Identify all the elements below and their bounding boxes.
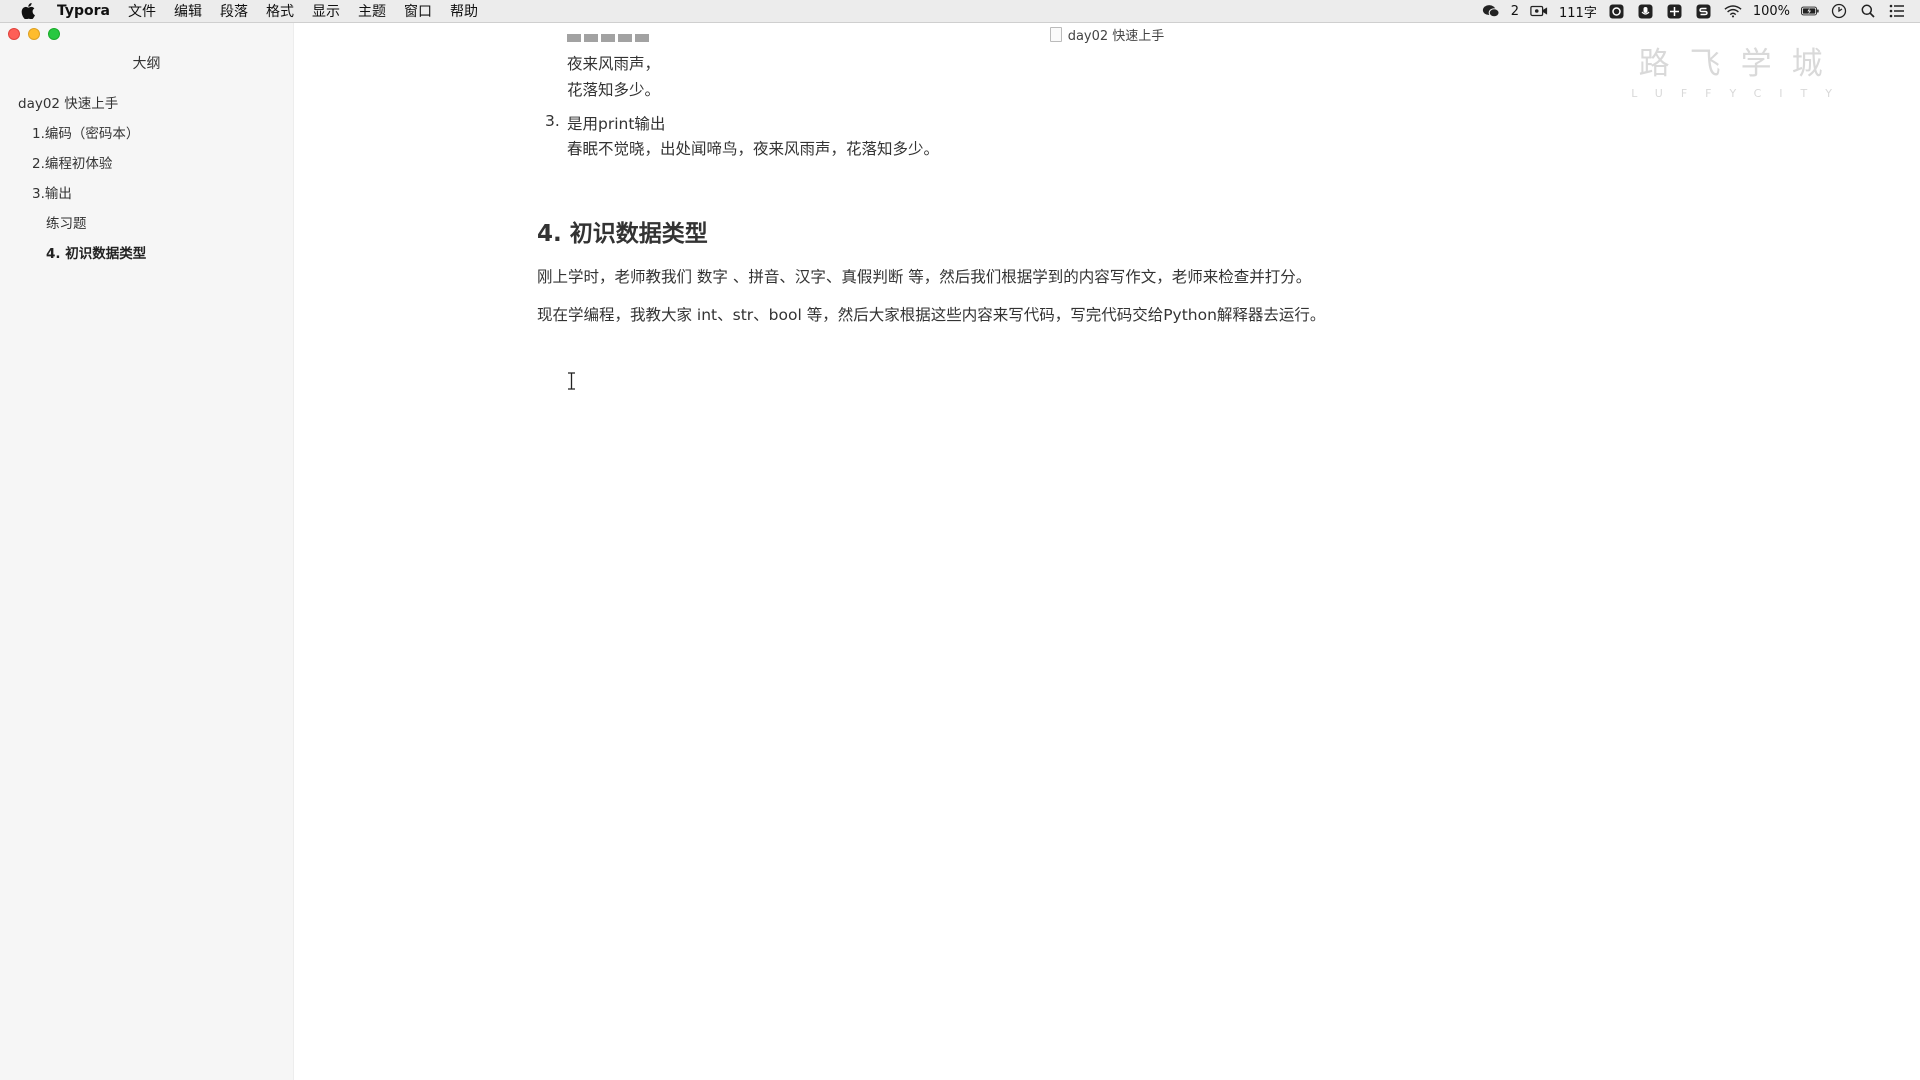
list-item-number: 3. xyxy=(545,112,560,130)
wechat-icon[interactable] xyxy=(1482,4,1500,18)
outline-item-data-types[interactable]: 4. 初识数据类型 xyxy=(0,239,293,269)
menu-view[interactable]: 显示 xyxy=(303,1,349,21)
microphone-icon[interactable] xyxy=(1637,4,1655,18)
menu-theme[interactable]: 主题 xyxy=(349,1,395,21)
close-window-button[interactable] xyxy=(8,28,20,40)
outline-title: 大纲 xyxy=(132,56,161,72)
watermark-main-text: 路飞学城 xyxy=(1638,46,1843,82)
status-area: 2 111字 100% xyxy=(1482,0,1906,22)
menu-bar: Typora 文件 编辑 段落 格式 显示 主题 窗口 帮助 2 111字 10… xyxy=(0,0,1920,23)
search-icon[interactable] xyxy=(1859,4,1877,18)
poem-line: 夜来风雨声， xyxy=(567,55,661,73)
minimize-window-button[interactable] xyxy=(28,28,40,40)
outline-item-day02[interactable]: day02 快速上手 xyxy=(0,89,293,119)
menu-paragraph[interactable]: 段落 xyxy=(211,1,257,21)
outline-item-encoding[interactable]: 1.编码（密码本） xyxy=(0,119,293,149)
watermark-sub-text: LUFFYCITY xyxy=(1631,87,1850,100)
menu-help[interactable]: 帮助 xyxy=(441,1,487,21)
list-item-title: 是用print输出 xyxy=(567,115,666,133)
watermark-logo: 路飞学城 LUFFYCITY xyxy=(1631,38,1850,100)
menu-app-typora[interactable]: Typora xyxy=(48,3,119,19)
menu-format[interactable]: 格式 xyxy=(257,1,303,21)
word-count[interactable]: 111字 xyxy=(1559,2,1597,21)
wifi-icon[interactable] xyxy=(1724,4,1742,18)
apple-icon[interactable] xyxy=(20,3,36,19)
screen-record-icon[interactable] xyxy=(1530,4,1548,18)
battery-percent: 100% xyxy=(1752,3,1790,19)
list-item-text: 春眠不觉晓，出处闻啼鸟，夜来风雨声，花落知多少。 xyxy=(567,140,940,158)
outline-sidebar: 大纲 day02 快速上手 1.编码（密码本） 2.编程初体验 3.输出 练习题… xyxy=(0,23,294,1080)
outline-item-exercises[interactable]: 练习题 xyxy=(0,209,293,239)
poem-line: 花落知多少。 xyxy=(567,81,661,99)
sync-s-icon[interactable] xyxy=(1695,4,1713,18)
text-cursor-icon xyxy=(567,372,576,390)
outline-list: day02 快速上手 1.编码（密码本） 2.编程初体验 3.输出 练习题 4.… xyxy=(0,89,293,269)
outline-item-output[interactable]: 3.输出 xyxy=(0,179,293,209)
menu-file[interactable]: 文件 xyxy=(119,1,165,21)
section-heading: 4. 初识数据类型 xyxy=(537,221,708,247)
paragraph: 现在学编程，我教大家 int、str、bool 等，然后大家根据这些内容来写代码… xyxy=(537,306,1326,324)
zoom-window-button[interactable] xyxy=(48,28,60,40)
paragraph: 刚上学时，老师教我们 数字 、拼音、汉字、真假判断 等，然后我们根据学到的内容写… xyxy=(537,268,1312,286)
control-center-icon[interactable] xyxy=(1888,4,1906,18)
window-controls xyxy=(8,28,60,40)
grid-icon[interactable] xyxy=(1666,4,1684,18)
clock-icon[interactable] xyxy=(1830,3,1848,19)
menu-edit[interactable]: 编辑 xyxy=(165,1,211,21)
outline-item-first-programming[interactable]: 2.编程初体验 xyxy=(0,149,293,179)
clipped-poem-line xyxy=(567,32,657,44)
menu-window[interactable]: 窗口 xyxy=(395,1,441,21)
battery-icon[interactable] xyxy=(1801,4,1819,18)
app-circle-icon[interactable] xyxy=(1608,4,1626,18)
window-title: day02 快速上手 xyxy=(1067,28,1165,44)
wechat-count: 2 xyxy=(1510,3,1519,19)
document-icon xyxy=(1049,26,1062,42)
